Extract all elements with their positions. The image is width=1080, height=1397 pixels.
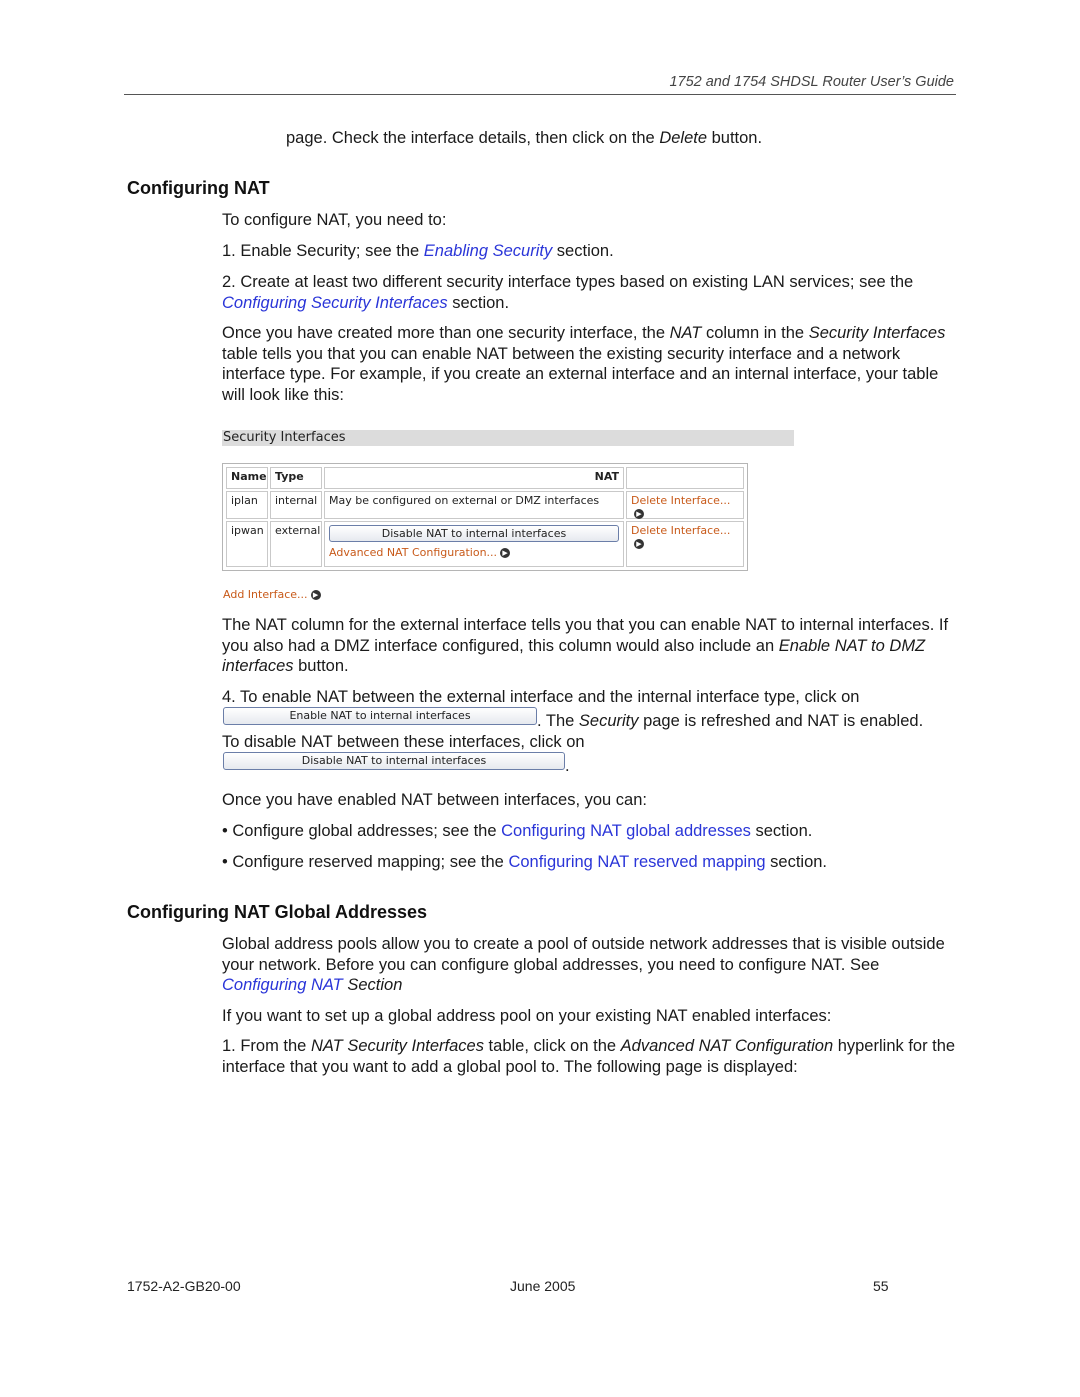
add-interface-link[interactable]: Add Interface... <box>223 588 308 601</box>
enable-nat-button[interactable]: Enable NAT to internal interfaces <box>223 707 537 725</box>
disable-nat-button[interactable]: Disable NAT to internal interfaces <box>223 752 565 770</box>
arrow-right-icon: ▶ <box>634 509 644 519</box>
link-reserved-mapping[interactable]: Configuring NAT reserved mapping <box>508 853 765 871</box>
arrow-right-icon: ▶ <box>634 539 644 549</box>
footer-date: June 2005 <box>510 1278 576 1294</box>
disable-text: To disable NAT between these interfaces,… <box>222 733 585 751</box>
running-header: 1752 and 1754 SHDSL Router User’s Guide <box>669 74 954 90</box>
add-interface: Add Interface... ▶ <box>223 588 321 601</box>
step-1: 1. From the NAT Security Interfaces tabl… <box>222 1037 956 1076</box>
step-4-cont: . The Security page is refreshed and NAT… <box>537 712 924 730</box>
link-global-addresses[interactable]: Configuring NAT global addresses <box>501 822 751 840</box>
security-interfaces-table: Name Type NAT iplan internal May be conf… <box>222 463 748 571</box>
delete-interface-link[interactable]: Delete Interface... <box>631 494 730 507</box>
heading-configuring-nat: Configuring NAT <box>127 178 270 198</box>
disable-nat-button[interactable]: Disable NAT to internal interfaces <box>329 525 619 542</box>
heading-nat-global-addresses: Configuring NAT Global Addresses <box>127 902 428 922</box>
cell-action: Delete Interface... ▶ <box>626 521 744 567</box>
bullet-item: • Configure global addresses; see the Co… <box>222 822 813 840</box>
link-configuring-nat[interactable]: Configuring NAT <box>222 976 343 994</box>
cell-name: iplan <box>226 491 268 519</box>
cell-name: ipwan <box>226 521 268 567</box>
bullet-item: • Configure reserved mapping; see the Co… <box>222 853 828 871</box>
screenshot-title: Security Interfaces <box>223 430 346 445</box>
paragraph: Once you have created more than one secu… <box>222 324 946 404</box>
col-header-name: Name <box>226 467 268 489</box>
paragraph: If you want to set up a global address p… <box>222 1007 832 1025</box>
footer-page-number: 55 <box>873 1278 889 1294</box>
col-header-type: Type <box>270 467 322 489</box>
paragraph: To configure NAT, you need to: <box>222 211 447 229</box>
link-enabling-security[interactable]: Enabling Security <box>424 242 552 260</box>
period: . <box>565 757 570 775</box>
intro-paragraph: page. Check the interface details, then … <box>286 129 763 147</box>
col-header-action <box>626 467 744 489</box>
step-1: 1. Enable Security; see the Enabling Sec… <box>222 242 614 260</box>
cell-action: Delete Interface... ▶ <box>626 491 744 519</box>
delete-interface-link[interactable]: Delete Interface... <box>631 524 730 537</box>
advanced-nat-config-link[interactable]: Advanced NAT Configuration... <box>329 546 497 559</box>
step-4: 4. To enable NAT between the external in… <box>222 688 860 706</box>
arrow-right-icon: ▶ <box>310 590 321 600</box>
step-2: 2. Create at least two different securit… <box>222 273 914 312</box>
footer-doc-id: 1752-A2-GB20-00 <box>127 1278 241 1294</box>
paragraph: The NAT column for the external interfac… <box>222 616 949 675</box>
cell-nat: Disable NAT to internal interfaces Advan… <box>324 521 624 567</box>
arrow-right-icon: ▶ <box>500 548 511 558</box>
paragraph: Once you have enabled NAT between interf… <box>222 791 647 809</box>
paragraph: Global address pools allow you to create… <box>222 935 945 994</box>
header-rule <box>124 94 956 95</box>
col-header-nat: NAT <box>324 467 624 489</box>
cell-type: external <box>270 521 322 567</box>
cell-type: internal <box>270 491 322 519</box>
link-configuring-security-interfaces[interactable]: Configuring Security Interfaces <box>222 294 448 312</box>
cell-nat: May be configured on external or DMZ int… <box>324 491 624 519</box>
